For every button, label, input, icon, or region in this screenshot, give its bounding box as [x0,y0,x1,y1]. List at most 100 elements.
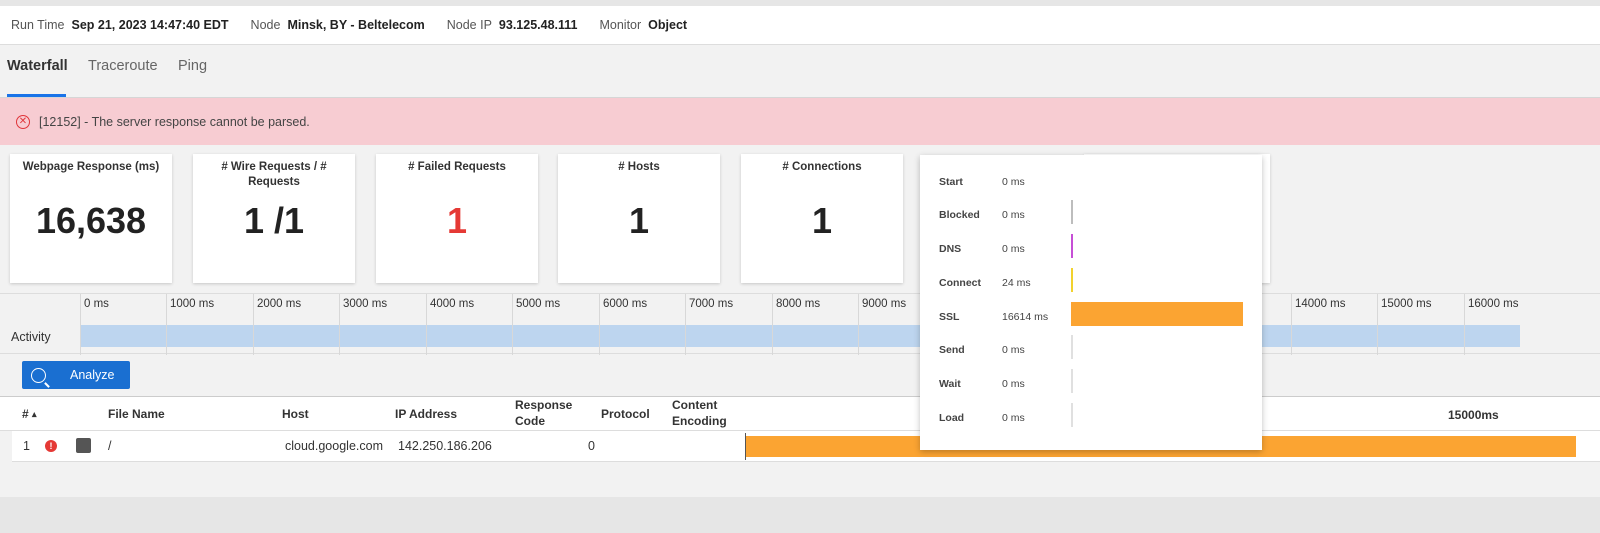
activity-label: Activity [11,330,51,344]
timeline-tick: 4000 ms [426,294,474,355]
analyze-magnifier-icon [31,367,46,383]
timing-phase-bar [1071,335,1073,359]
activity-timeline: 0 ms 1000 ms 2000 ms 3000 ms 4000 ms 500… [0,293,1600,355]
timing-row-send: Send 0 ms [920,333,1262,367]
row-host: cloud.google.com [285,439,383,453]
node-ip-value: 93.125.48.111 [498,18,578,32]
run-time-value: Sep 21, 2023 14:47:40 EDT [71,18,229,32]
timing-phase-value: 0 ms [1002,378,1025,390]
timing-phase-bar [1071,403,1073,427]
timeline-tick: 3000 ms [339,294,387,355]
timeline-tick: 5000 ms [512,294,560,355]
lock-icon [76,438,91,453]
timing-row-ssl: SSL 16614 ms [920,300,1262,334]
col-host[interactable]: Host [282,407,309,422]
col-content-encoding-line2[interactable]: Encoding [672,414,727,429]
timeline-tick: 7000 ms [685,294,733,355]
col-num[interactable]: # [22,407,29,422]
timeline-tick: 9000 ms [858,294,906,355]
timeline-tick: 14000 ms [1291,294,1346,355]
timing-phase-name: DNS [939,243,962,255]
card-wire-requests: # Wire Requests / # Requests 1 /1 [193,154,355,283]
card-value: 1 [446,200,468,241]
waterfall-scale-label: 15000ms [1448,408,1499,422]
timing-phase-bar [1071,302,1243,326]
col-protocol[interactable]: Protocol [601,407,650,422]
analyze-button-label: Analyze [70,368,115,382]
timing-phase-value: 16614 ms [1002,311,1049,323]
timing-row-load: Load 0 ms [920,401,1262,435]
timing-row-wait: Wait 0 ms [920,367,1262,401]
timing-phase-bar [1071,369,1073,393]
card-connections: # Connections 1 [741,154,903,283]
tab-ping[interactable]: Ping [178,58,207,74]
error-message: [12152] - The server response cannot be … [39,114,310,129]
card-failed-requests: # Failed Requests 1 [376,154,538,283]
card-title: # Failed Requests [408,161,506,173]
card-hosts: # Hosts 1 [558,154,720,283]
card-title: Webpage Response (ms) [22,161,160,173]
timing-phase-bar [1071,200,1073,224]
timeline-tick: 15000 ms [1377,294,1432,355]
row-num: 1 [23,439,30,453]
timeline-tick: 0 ms [80,294,109,355]
row-response-code: 0 [588,439,595,453]
timing-phase-bar [1071,234,1073,258]
card-title: # Connections [782,161,862,173]
timing-phase-value: 0 ms [1002,344,1025,356]
timeline-tick: 2000 ms [253,294,301,355]
run-time-label: Run Time [11,18,65,32]
timing-phase-bar [1071,268,1073,292]
tab-traceroute[interactable]: Traceroute [88,58,158,74]
error-circle-x-icon: ✕ [16,114,30,129]
node-value: Minsk, BY - Beltelecom [287,18,425,32]
card-webpage-response: Webpage Response (ms) 16,638 [10,154,172,283]
col-file-name[interactable]: File Name [108,407,165,422]
timing-phase-name: Start [939,176,963,188]
tab-waterfall[interactable]: Waterfall [7,58,68,74]
card-value: 16,638 [35,200,147,241]
timing-phase-name: Connect [939,277,981,289]
active-tab-indicator [7,94,66,97]
requests-table-header: # ▴ File Name Host IP Address Response C… [0,396,1600,431]
timing-phase-name: Wait [939,378,961,390]
timeline-tick: 1000 ms [166,294,214,355]
timing-phase-name: Send [939,344,965,356]
node-label: Node [250,18,281,32]
timing-phase-name: SSL [939,311,960,323]
row-ip: 142.250.186.206 [398,439,492,453]
card-title: # Wire Requests / # Requests [221,161,327,188]
monitor-value: Object [648,18,688,32]
timing-phase-name: Blocked [939,209,980,221]
timeline-tick: 6000 ms [599,294,647,355]
col-ip-address[interactable]: IP Address [395,407,457,422]
timing-row-blocked: Blocked 0 ms [920,198,1262,232]
card-title: # Hosts [618,161,660,173]
error-icon: ! [45,440,57,452]
tab-bar: Waterfall Traceroute Ping [0,45,1600,98]
timing-row-connect: Connect 24 ms [920,266,1262,300]
col-response-code-line2[interactable]: Code [515,414,545,429]
sort-asc-icon[interactable]: ▴ [32,407,37,422]
page: Run Time Sep 21, 2023 14:47:40 EDT Node … [0,6,1600,497]
timing-phase-value: 24 ms [1002,277,1031,289]
col-content-encoding-line1[interactable]: Content [672,398,717,413]
timing-phase-name: Load [939,412,965,424]
card-value: 1 [811,200,833,241]
timing-row-start: Start 0 ms [920,165,1262,199]
timing-phase-value: 0 ms [1002,176,1025,188]
timing-phase-value: 0 ms [1002,243,1025,255]
timing-popover: Start 0 ms Blocked 0 ms DNS 0 ms Connect 24 ms S… [920,155,1262,450]
timing-row-dns: DNS 0 ms [920,232,1262,266]
analyze-button[interactable]: Analyze [22,361,130,389]
timeline-tick: 16000 ms [1464,294,1519,355]
card-value: 1 [628,200,650,241]
row-file-name[interactable]: / [108,439,111,453]
node-ip-label: Node IP [446,18,492,32]
run-info-bar: Run Time Sep 21, 2023 14:47:40 EDT Node … [0,6,1600,45]
col-response-code-line1[interactable]: Response [515,398,572,413]
table-row[interactable]: 1 ! / cloud.google.com 142.250.186.206 0 [12,431,1600,462]
error-banner: ✕ [12152] - The server response cannot b… [0,98,1600,145]
timing-phase-value: 0 ms [1002,209,1025,221]
timing-phase-value: 0 ms [1002,412,1025,424]
